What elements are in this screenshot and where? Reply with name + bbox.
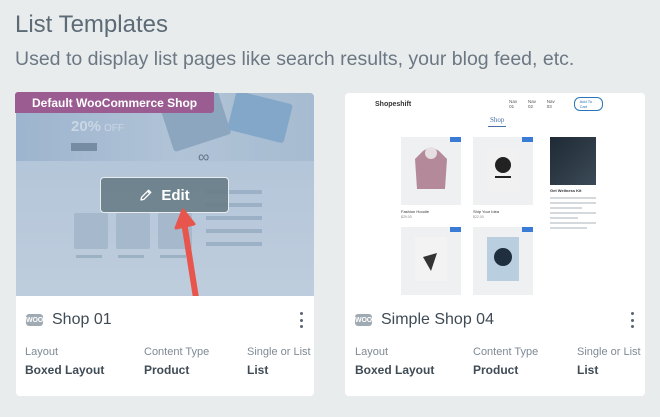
pointer-arrow-icon xyxy=(174,208,199,296)
product-title: Ship Your Idea xyxy=(473,209,500,214)
card-footer: WOO Shop 01 Layout Boxed Layout Content … xyxy=(16,296,314,396)
preview-nav-link: Nav 02 xyxy=(527,99,536,109)
preview-sidebar: Get Wellness Kit xyxy=(550,137,596,232)
template-name[interactable]: Shop 01 xyxy=(52,311,294,329)
more-options-icon[interactable] xyxy=(625,310,639,330)
default-template-badge: Default WooCommerce Shop xyxy=(15,92,215,113)
poster-icon xyxy=(487,149,519,191)
template-preview[interactable]: 20% OFF ∞ Edit xyxy=(16,93,314,296)
woocommerce-icon: WOO xyxy=(355,314,372,326)
page-title: List Templates xyxy=(15,11,168,38)
preview-product xyxy=(401,227,461,295)
template-card-simple-shop-04[interactable]: Shopeshift Nav 01 Nav 02 Nav 03 Add To C… xyxy=(345,93,645,396)
phone-image xyxy=(550,137,596,185)
meta-single-or-list: Single or List List xyxy=(247,346,311,377)
card-footer: WOO Simple Shop 04 Layout Boxed Layout C… xyxy=(345,296,645,396)
template-preview[interactable]: Shopeshift Nav 01 Nav 02 Nav 03 Add To C… xyxy=(345,93,645,296)
preview-nav-link: Nav 01 xyxy=(509,99,518,109)
template-card-shop-01[interactable]: 20% OFF ∞ Edit WOO Shop 01 Layout Boxed … xyxy=(16,93,314,396)
page-subtitle: Used to display list pages like search r… xyxy=(15,48,575,70)
meta-layout: Layout Boxed Layout xyxy=(25,346,105,377)
preview-navbar: Shopeshift Nav 01 Nav 02 Nav 03 Add To C… xyxy=(375,97,603,111)
pencil-icon xyxy=(140,189,152,201)
sale-tag xyxy=(450,227,461,232)
meta-content-type: Content Type Product xyxy=(473,346,539,377)
preview-logo: Shopeshift xyxy=(375,100,412,108)
sidebar-text xyxy=(550,197,596,229)
heading-underline xyxy=(488,126,506,127)
product-price: $29.00 xyxy=(401,215,412,219)
preview-product xyxy=(473,227,533,295)
meta-single-or-list: Single or List List xyxy=(577,346,641,377)
sidebar-heading: Get Wellness Kit xyxy=(550,188,582,193)
meta-content-type: Content Type Product xyxy=(144,346,210,377)
sale-tag xyxy=(450,137,461,142)
hoodie-icon xyxy=(415,147,447,189)
preview-heading: Shop xyxy=(490,116,505,124)
preview-product xyxy=(473,137,533,205)
preview-nav-links: Nav 01 Nav 02 Nav 03 Add To Cart xyxy=(509,97,603,111)
preview-product xyxy=(401,137,461,205)
edit-button[interactable]: Edit xyxy=(100,177,229,213)
sale-tag xyxy=(522,137,533,142)
meta-layout: Layout Boxed Layout xyxy=(355,346,435,377)
product-title: Fashion Hoodie xyxy=(401,209,430,214)
template-name[interactable]: Simple Shop 04 xyxy=(381,311,625,329)
preview-cart-button: Add To Cart xyxy=(573,97,603,111)
more-options-icon[interactable] xyxy=(294,310,308,330)
poster-icon xyxy=(487,237,519,281)
edit-label: Edit xyxy=(161,186,190,204)
preview-nav-link: Nav 03 xyxy=(546,99,555,109)
poster-icon xyxy=(415,237,447,281)
woocommerce-icon: WOO xyxy=(26,314,43,326)
default-badge-wrap: Default WooCommerce Shop xyxy=(15,92,215,113)
product-price: $22.00 xyxy=(473,215,484,219)
sale-tag xyxy=(522,227,533,232)
